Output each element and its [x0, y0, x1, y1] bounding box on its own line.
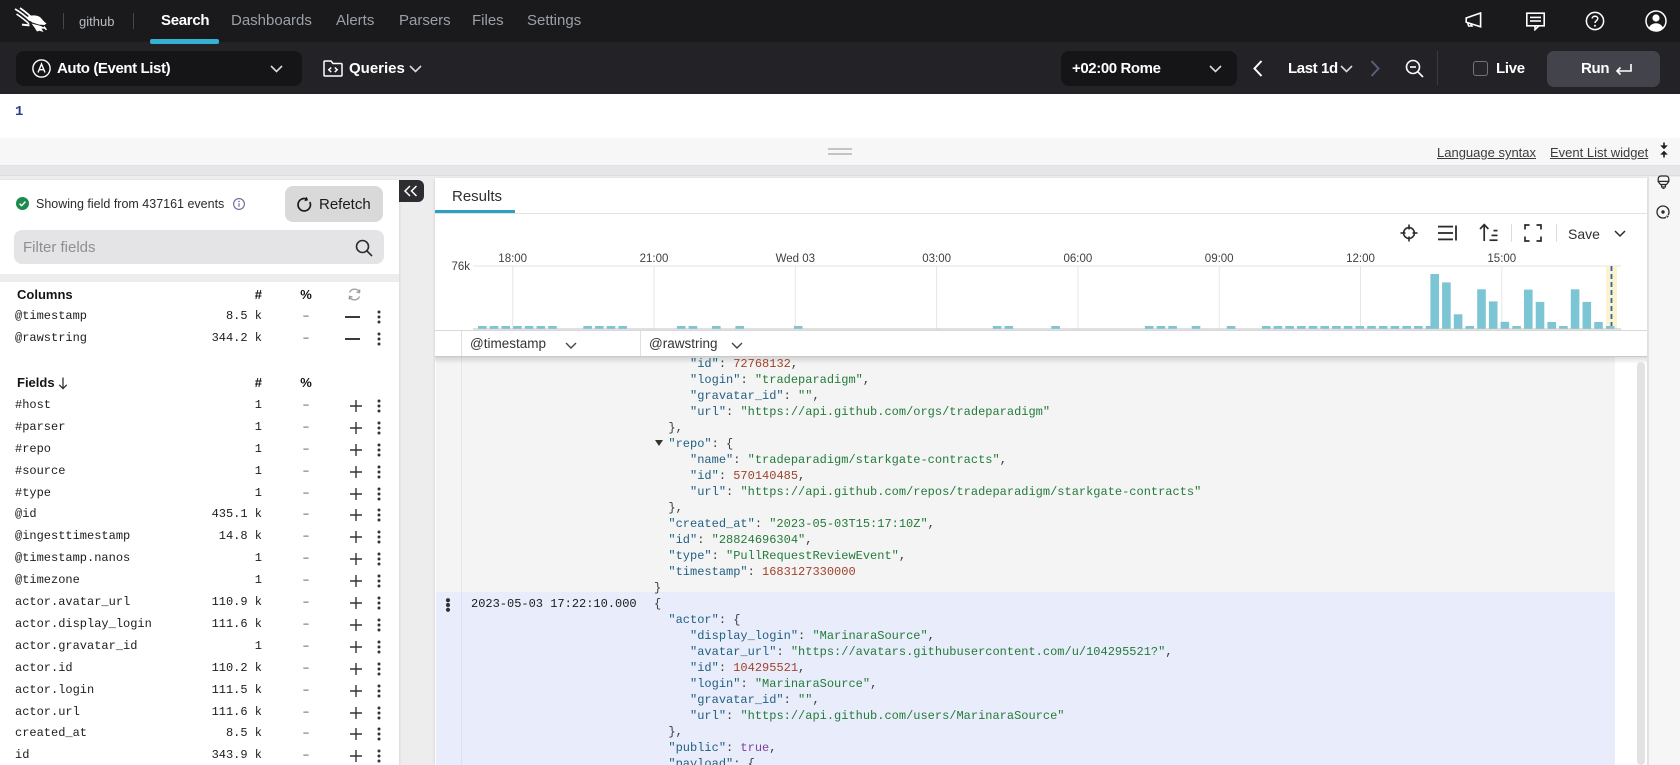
svg-text:03:00: 03:00 — [922, 253, 951, 265]
svg-text:15:00: 15:00 — [1487, 253, 1516, 265]
svg-text:12:00: 12:00 — [1346, 253, 1375, 265]
svg-text:Wed 03: Wed 03 — [776, 253, 815, 265]
svg-text:21:00: 21:00 — [640, 253, 669, 265]
svg-text:06:00: 06:00 — [1064, 253, 1093, 265]
svg-text:18:00: 18:00 — [498, 253, 527, 265]
svg-text:09:00: 09:00 — [1205, 253, 1234, 265]
svg-text:76k: 76k — [451, 261, 470, 273]
